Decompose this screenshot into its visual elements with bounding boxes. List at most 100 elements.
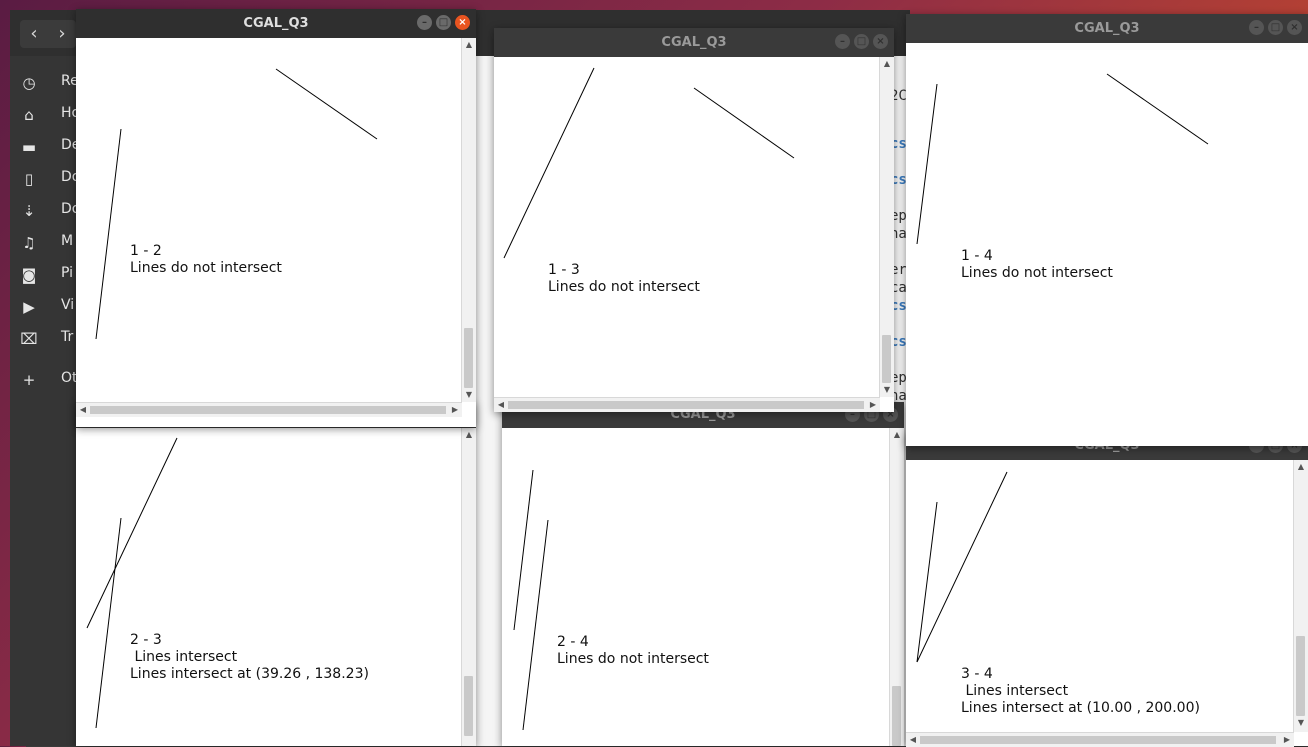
horizontal-scrollbar[interactable]: ◀ ▶ — [906, 732, 1294, 747]
scroll-right-arrow[interactable]: ▶ — [448, 403, 462, 417]
segment-line — [916, 501, 938, 663]
scrollbar-thumb[interactable] — [882, 335, 891, 383]
result-text: Lines do not intersect — [557, 651, 709, 667]
window-1-2[interactable]: CGAL_Q3 – □ × 1 - 2 Lines do not interse… — [76, 9, 476, 427]
segment-line — [1106, 73, 1209, 145]
result-text: Lines do not intersect — [130, 260, 282, 276]
scrollbar-thumb[interactable] — [90, 406, 446, 414]
vertical-scrollbar[interactable]: ▲ — [461, 428, 476, 746]
window-2-3[interactable]: 2 - 3 Lines intersect Lines intersect at… — [76, 402, 476, 746]
camera-icon: ◙ — [21, 266, 37, 284]
intersection-point-text: Lines intersect at (10.00 , 200.00) — [961, 700, 1200, 716]
scrollbar-thumb[interactable] — [464, 676, 473, 736]
horizontal-scrollbar[interactable]: ◀ ▶ — [76, 402, 462, 417]
vertical-scrollbar[interactable]: ▲ ▼ — [461, 38, 476, 402]
scroll-down-arrow[interactable]: ▼ — [462, 388, 476, 402]
segment-drawing — [916, 73, 1209, 245]
minimize-button[interactable]: – — [417, 15, 432, 30]
vertical-scrollbar[interactable]: ▲ ▼ — [1293, 460, 1308, 732]
drawing-canvas[interactable]: 2 - 3 Lines intersect Lines intersect at… — [76, 428, 462, 746]
pair-label: 2 - 4 — [557, 634, 589, 650]
pair-label: 1 - 4 — [961, 248, 993, 264]
scroll-left-arrow[interactable]: ◀ — [76, 403, 90, 417]
window-3-4[interactable]: CGAL_Q3 – □ × 3 - 4 Lines intersect Line… — [906, 432, 1308, 747]
segment-drawing — [86, 437, 178, 729]
maximize-button[interactable]: □ — [436, 15, 451, 30]
pair-label: 1 - 3 — [548, 262, 580, 278]
video-icon: ▶ — [23, 298, 35, 316]
drawing-canvas[interactable]: 1 - 2 Lines do not intersect — [76, 38, 462, 402]
segment-line — [693, 87, 795, 159]
window-1-3[interactable]: CGAL_Q3 – □ × 1 - 3 Lines do not interse… — [494, 28, 894, 412]
result-text: Lines do not intersect — [548, 279, 700, 295]
scrollbar-thumb[interactable] — [508, 401, 864, 409]
result-text: Lines intersect — [130, 649, 238, 665]
scrollbar-thumb[interactable] — [920, 736, 1276, 744]
scrollbar-thumb[interactable] — [1296, 636, 1305, 716]
pair-label: 3 - 4 — [961, 666, 993, 682]
window-titlebar[interactable]: CGAL_Q3 – □ × — [906, 14, 1308, 43]
vertical-scrollbar[interactable]: ▲ ▼ — [879, 57, 894, 397]
close-button[interactable]: × — [873, 34, 888, 49]
scrollbar-thumb[interactable] — [464, 328, 473, 388]
segment-drawing — [95, 68, 378, 340]
vertical-scrollbar[interactable]: ▲ — [889, 428, 904, 746]
window-titlebar[interactable]: CGAL_Q3 – □ × — [76, 9, 476, 38]
sidebar-item-label: Vi — [61, 297, 75, 313]
drawing-canvas[interactable]: 1 - 3 Lines do not intersect — [494, 57, 880, 397]
scroll-down-arrow[interactable]: ▼ — [1294, 716, 1308, 730]
segment-drawing — [513, 469, 549, 731]
plus-icon: + — [22, 371, 36, 389]
window-title: CGAL_Q3 — [661, 35, 727, 50]
result-text: Lines do not intersect — [961, 265, 1113, 281]
segment-line — [95, 517, 122, 729]
window-controls: – □ × — [835, 34, 888, 49]
sidebar-item-label: Tr — [61, 329, 74, 345]
scroll-left-arrow[interactable]: ◀ — [494, 398, 508, 412]
close-button[interactable]: × — [455, 15, 470, 30]
scroll-right-arrow[interactable]: ▶ — [866, 398, 880, 412]
segment-line — [916, 471, 1008, 663]
pair-label: 1 - 2 — [130, 243, 162, 259]
folder-icon: ▬ — [21, 138, 37, 156]
window-2-4[interactable]: CGAL_Q3 – □ × 2 - 4 Lines do not interse… — [502, 402, 904, 746]
intersection-point-text: Lines intersect at (39.26 , 138.23) — [130, 666, 369, 682]
scroll-left-arrow[interactable]: ◀ — [906, 733, 920, 747]
scroll-up-arrow[interactable]: ▲ — [880, 57, 894, 71]
scroll-up-arrow[interactable]: ▲ — [462, 38, 476, 52]
segment-line — [916, 83, 938, 245]
drawing-canvas[interactable]: 1 - 4 Lines do not intersect — [906, 43, 1308, 446]
segment-line — [275, 68, 378, 140]
sidebar-item-label: Pi — [61, 265, 74, 281]
window-titlebar[interactable]: CGAL_Q3 – □ × — [494, 28, 894, 57]
scroll-up-arrow[interactable]: ▲ — [1294, 460, 1308, 474]
drawing-canvas[interactable]: 2 - 4 Lines do not intersect — [502, 428, 890, 746]
segment-line — [513, 469, 534, 631]
back-button[interactable]: ‹ — [20, 20, 48, 48]
download-icon: ⇣ — [22, 202, 36, 220]
pair-label: 2 - 3 — [130, 632, 162, 648]
clock-icon: ◷ — [22, 74, 36, 92]
minimize-button[interactable]: – — [1249, 20, 1264, 35]
maximize-button[interactable]: □ — [854, 34, 869, 49]
segment-line — [503, 67, 595, 259]
result-text: Lines intersect — [961, 683, 1069, 699]
window-controls: – □ × — [1249, 20, 1302, 35]
window-title: CGAL_Q3 — [1074, 21, 1140, 36]
scroll-right-arrow[interactable]: ▶ — [1280, 733, 1294, 747]
window-1-4[interactable]: CGAL_Q3 – □ × 1 - 4 Lines do not interse… — [906, 14, 1308, 446]
music-icon: ♫ — [22, 234, 36, 252]
scroll-up-arrow[interactable]: ▲ — [462, 428, 476, 442]
scrollbar-thumb[interactable] — [892, 686, 901, 746]
minimize-button[interactable]: – — [835, 34, 850, 49]
drawing-canvas[interactable]: 3 - 4 Lines intersect Lines intersect at… — [906, 460, 1294, 732]
forward-button[interactable]: › — [48, 20, 76, 48]
scroll-up-arrow[interactable]: ▲ — [890, 428, 904, 442]
close-button[interactable]: × — [1287, 20, 1302, 35]
segment-line — [522, 519, 549, 731]
scroll-down-arrow[interactable]: ▼ — [880, 383, 894, 397]
horizontal-scrollbar[interactable]: ◀ ▶ — [494, 397, 880, 412]
maximize-button[interactable]: □ — [1268, 20, 1283, 35]
document-icon: ▯ — [24, 170, 34, 188]
window-title: CGAL_Q3 — [243, 16, 309, 31]
